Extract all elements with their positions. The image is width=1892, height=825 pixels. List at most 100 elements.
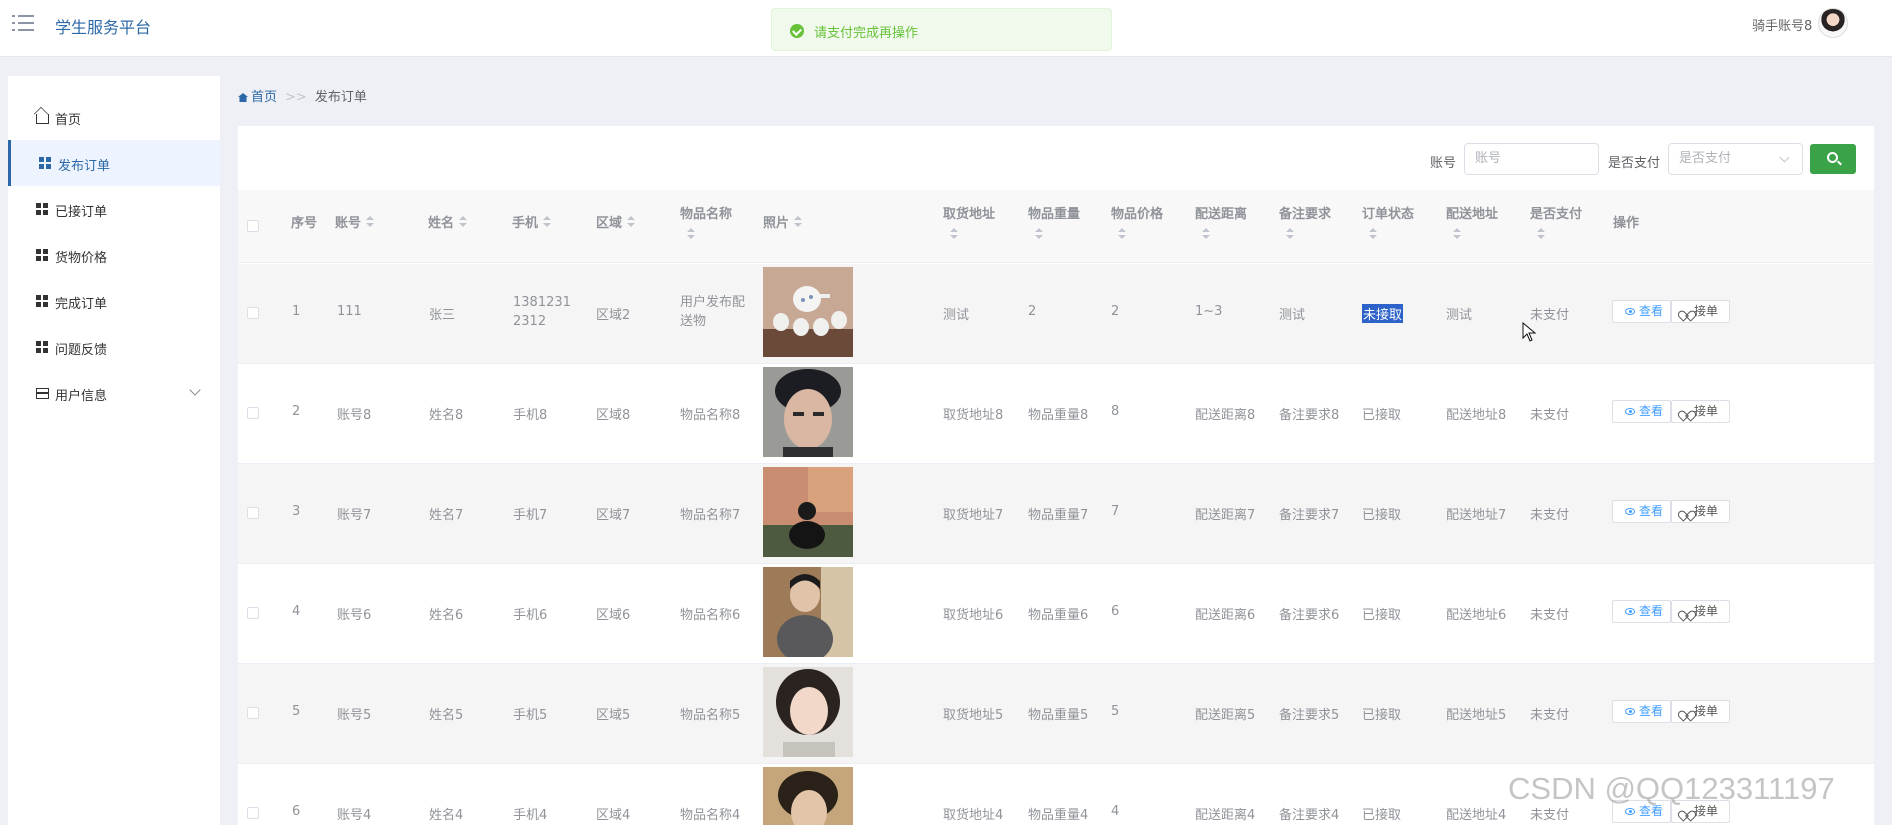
user-avatar[interactable]: [1818, 8, 1848, 38]
sort-icon[interactable]: [1537, 228, 1545, 241]
view-button-label: 查看: [1639, 404, 1664, 418]
cell-item: 用户发布配送物: [680, 295, 746, 329]
column-status[interactable]: 订单状态: [1362, 203, 1414, 241]
mouse-pointer-icon: [1522, 322, 1537, 342]
sort-icon[interactable]: [459, 216, 468, 229]
sort-icon[interactable]: [1286, 228, 1294, 241]
sidebar-item-label: 问题反馈: [55, 343, 108, 358]
account-label: 账号: [1430, 156, 1457, 171]
take-order-button-label: 接单: [1694, 504, 1719, 518]
sort-icon[interactable]: [627, 216, 636, 229]
take-order-button[interactable]: 接单: [1671, 500, 1730, 523]
view-button[interactable]: 查看: [1612, 400, 1671, 423]
cell-item: 物品名称5: [680, 708, 741, 723]
item-photo[interactable]: [763, 767, 853, 825]
column-paid[interactable]: 是否支付: [1530, 203, 1582, 241]
account-search-input[interactable]: 账号: [1464, 143, 1599, 175]
column-photo[interactable]: 照片: [763, 212, 803, 231]
user-name[interactable]: 骑手账号8: [1752, 15, 1812, 34]
view-button[interactable]: 查看: [1612, 300, 1671, 323]
main-panel: 账号 账号 是否支付 是否支付 序号 账号 姓名 手机 区域 物品名称 照片 取…: [238, 126, 1874, 825]
row-checkbox[interactable]: [247, 607, 259, 619]
item-photo[interactable]: [763, 367, 853, 457]
view-button[interactable]: 查看: [1612, 600, 1671, 623]
table-header: 序号 账号 姓名 手机 区域 物品名称 照片 取货地址 物品重量 物品价格 配送…: [238, 190, 1874, 263]
chevron-down-icon: [189, 384, 201, 396]
take-order-button[interactable]: 接单: [1671, 300, 1730, 323]
item-photo[interactable]: [763, 567, 853, 657]
column-area[interactable]: 区域: [596, 212, 636, 231]
eye-icon: [1625, 308, 1635, 315]
sort-icon[interactable]: [1369, 228, 1377, 241]
search-button[interactable]: [1810, 144, 1856, 174]
view-button[interactable]: 查看: [1612, 500, 1671, 523]
heart-icon: [1681, 706, 1691, 716]
watermark: CSDN @QQ123311197: [1508, 771, 1835, 806]
sidebar-item-publish-order[interactable]: 发布订单: [8, 140, 220, 186]
cell-seq: 6: [292, 804, 301, 819]
sort-icon[interactable]: [950, 228, 958, 241]
cell-status: 未接取: [1362, 304, 1404, 323]
column-price[interactable]: 物品价格: [1111, 203, 1163, 241]
sidebar-item-home[interactable]: 首页: [8, 94, 220, 140]
table-row: 4 账号6 姓名6 手机6 区域6 物品名称6 取货地址6 物品重量6 6 配送…: [238, 564, 1874, 664]
sort-icon[interactable]: [1035, 228, 1043, 241]
column-weight[interactable]: 物品重量: [1028, 203, 1080, 241]
take-order-button[interactable]: 接单: [1671, 600, 1730, 623]
sort-icon[interactable]: [543, 216, 552, 229]
column-pickup[interactable]: 取货地址: [943, 203, 995, 241]
cell-phone: 手机4: [513, 808, 548, 823]
item-photo[interactable]: [763, 467, 853, 557]
take-order-button[interactable]: 接单: [1671, 400, 1730, 423]
breadcrumb-home[interactable]: 首页: [238, 90, 277, 105]
paid-select[interactable]: 是否支付: [1668, 143, 1803, 175]
sort-icon[interactable]: [1118, 228, 1126, 241]
sidebar-item-completed-orders[interactable]: 完成订单: [8, 278, 220, 324]
row-checkbox[interactable]: [247, 307, 259, 319]
column-distance[interactable]: 配送距离: [1195, 203, 1247, 241]
cell-weight: 物品重量8: [1028, 408, 1089, 423]
cell-pickup: 取货地址8: [943, 408, 1004, 423]
take-order-button-label: 接单: [1694, 604, 1719, 618]
select-all-checkbox[interactable]: [247, 220, 259, 232]
sort-icon[interactable]: [794, 216, 803, 229]
sidebar-item-label: 货物价格: [55, 251, 108, 266]
cell-phone: 手机6: [513, 608, 548, 623]
sidebar-item-user-info[interactable]: 用户信息: [8, 370, 220, 416]
cell-area: 区域6: [596, 608, 631, 623]
column-remark[interactable]: 备注要求: [1279, 203, 1331, 241]
column-delivery[interactable]: 配送地址: [1446, 203, 1498, 241]
column-item[interactable]: 物品名称: [680, 203, 732, 241]
cell-area: 区域4: [596, 808, 631, 823]
table-row: 5 账号5 姓名5 手机5 区域5 物品名称5 取货地址5 物品重量5 5 配送…: [238, 664, 1874, 764]
cell-name: 张三: [429, 308, 456, 323]
column-name[interactable]: 姓名: [428, 212, 468, 231]
row-checkbox[interactable]: [247, 407, 259, 419]
sort-icon[interactable]: [1453, 228, 1461, 241]
cell-weight: 物品重量7: [1028, 508, 1089, 523]
sort-icon[interactable]: [1202, 228, 1210, 241]
cell-account: 111: [337, 304, 362, 319]
item-photo[interactable]: [763, 667, 853, 757]
sidebar-item-goods-price[interactable]: 货物价格: [8, 232, 220, 278]
app-title: 学生服务平台: [55, 18, 152, 37]
take-order-button[interactable]: 接单: [1671, 700, 1730, 723]
heart-icon: [1681, 406, 1691, 416]
column-account[interactable]: 账号: [335, 212, 375, 231]
sort-icon[interactable]: [687, 228, 695, 241]
row-checkbox[interactable]: [247, 507, 259, 519]
column-seq: 序号: [291, 216, 318, 231]
column-phone[interactable]: 手机: [512, 212, 552, 231]
sort-icon[interactable]: [366, 216, 375, 229]
menu-icon[interactable]: [12, 14, 34, 32]
cell-item: 物品名称6: [680, 608, 741, 623]
cell-price: 5: [1111, 704, 1120, 719]
row-checkbox[interactable]: [247, 807, 259, 819]
sidebar-item-accepted-orders[interactable]: 已接订单: [8, 186, 220, 232]
view-button[interactable]: 查看: [1612, 700, 1671, 723]
column-item-label: 物品名称: [680, 207, 733, 222]
sidebar-item-feedback[interactable]: 问题反馈: [8, 324, 220, 370]
item-photo[interactable]: [763, 267, 853, 357]
home-icon: [238, 93, 248, 102]
row-checkbox[interactable]: [247, 707, 259, 719]
